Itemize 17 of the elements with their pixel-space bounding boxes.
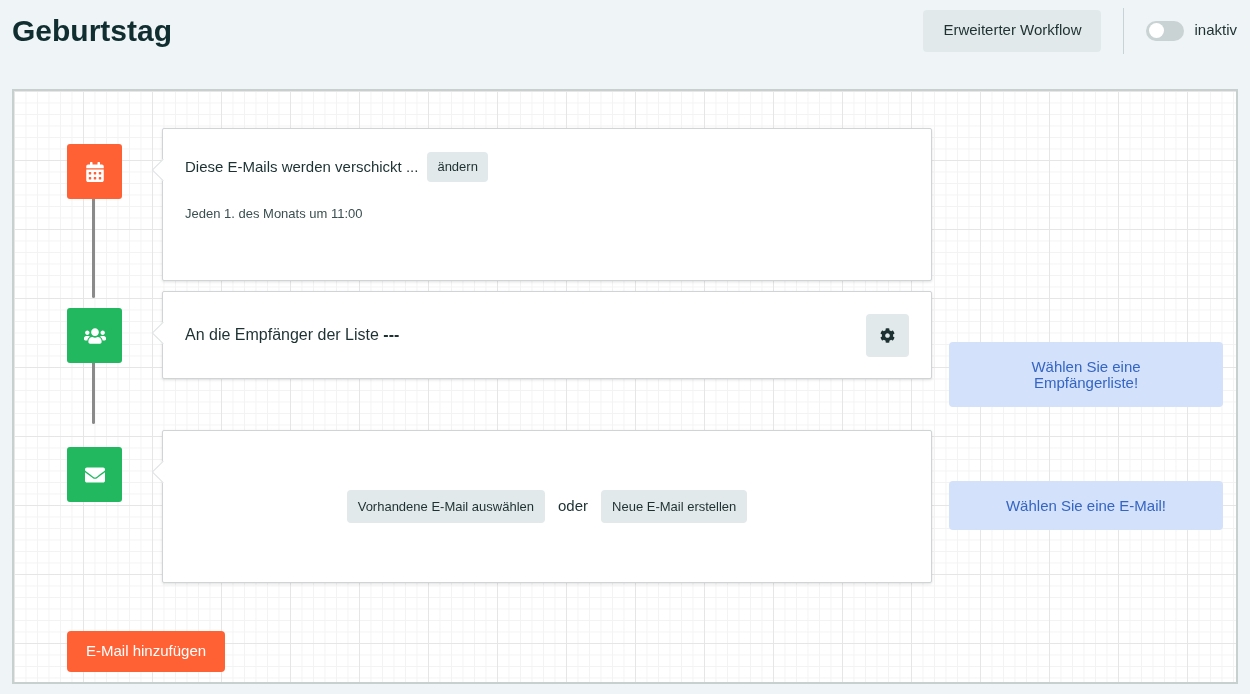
create-email-button[interactable]: Neue E-Mail erstellen bbox=[601, 489, 748, 524]
hint-box: Wählen Sie eine Empfängerliste! bbox=[949, 342, 1223, 407]
schedule-text: Jeden 1. des Monats um 11:00 bbox=[185, 204, 364, 223]
settings-button[interactable] bbox=[866, 313, 909, 357]
or-text: oder bbox=[558, 496, 589, 517]
settings-icon bbox=[880, 327, 895, 343]
card-title: An die Empfänger der Liste --- bbox=[185, 325, 400, 345]
change-button[interactable]: ändern bbox=[427, 152, 488, 182]
toggle-label: inaktiv bbox=[1194, 20, 1237, 41]
people-icon bbox=[83, 325, 106, 346]
card-title: Diese E-Mails werden verschickt ... bbox=[185, 156, 419, 177]
hint-box: Wählen Sie eine E-Mail! bbox=[949, 481, 1223, 530]
calendar-icon bbox=[83, 161, 106, 182]
advanced-workflow-button[interactable]: Erweiterter Workflow bbox=[923, 9, 1102, 52]
page-title: Geburtstag bbox=[12, 13, 173, 49]
choose-email-button[interactable]: Vorhandene E-Mail auswählen bbox=[346, 489, 545, 524]
toggle-switch[interactable] bbox=[1146, 20, 1185, 41]
